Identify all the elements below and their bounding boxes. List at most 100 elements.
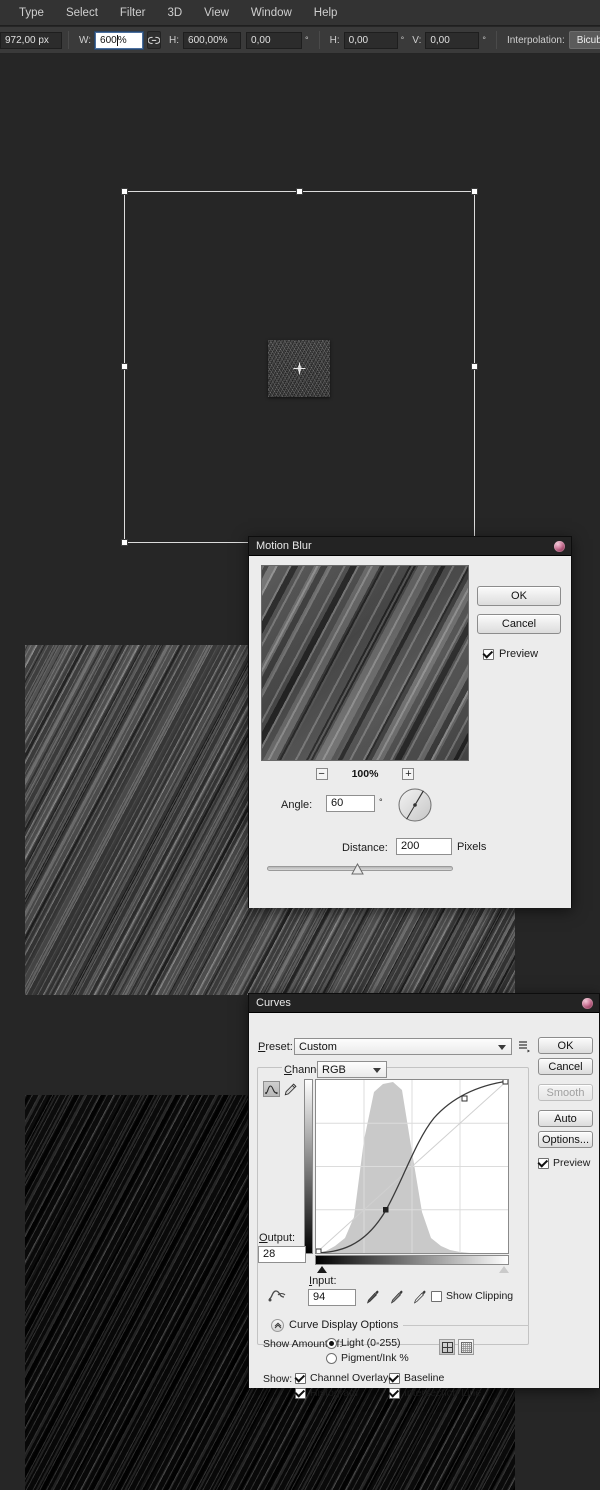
zoom-out-button[interactable]: −: [315, 768, 328, 780]
show-clipping-box[interactable]: [431, 1290, 442, 1302]
checkbox-histogram[interactable]: Histogram: [295, 1387, 358, 1399]
baseline-box[interactable]: [389, 1372, 400, 1384]
transform-handle-bottom-left[interactable]: [121, 539, 128, 546]
curve-point-highlight[interactable]: [461, 1095, 468, 1102]
rotate-input[interactable]: 0,00: [246, 31, 303, 49]
curve-display-options-header[interactable]: Curve Display Options: [271, 1318, 529, 1332]
options-divider-2: [318, 31, 320, 49]
transform-handle-top-left[interactable]: [121, 188, 128, 195]
preset-menu-icon[interactable]: [517, 1039, 531, 1053]
angle-label: Angle:: [281, 799, 313, 811]
curve-point-shadow[interactable]: [383, 1207, 389, 1213]
channel-overlays-box[interactable]: [295, 1372, 306, 1384]
height-input[interactable]: 600,00%: [183, 31, 242, 49]
motion-blur-ok-button[interactable]: OK: [477, 586, 561, 606]
input-input[interactable]: 94: [308, 1289, 356, 1306]
curve-point-black[interactable]: [315, 1248, 322, 1255]
curve-edit-glyph: [265, 1084, 278, 1094]
curves-titlebar[interactable]: Curves: [249, 994, 599, 1013]
menu-item-select[interactable]: Select: [55, 3, 109, 23]
baseline-label: Baseline: [404, 1372, 445, 1384]
angle-dial[interactable]: [398, 788, 432, 822]
curves-dialog[interactable]: Curves Preset: Custom OK Cancel Smooth A…: [248, 993, 600, 1399]
histogram-box[interactable]: [295, 1387, 306, 1399]
width-input[interactable]: 600%: [95, 31, 144, 49]
menu-item-filter[interactable]: Filter: [109, 3, 157, 23]
distance-slider[interactable]: [267, 862, 453, 876]
curves-graph-svg[interactable]: [315, 1078, 509, 1255]
section-rule: [403, 1324, 529, 1326]
output-gradient-bar: [304, 1079, 313, 1254]
motion-blur-dialog[interactable]: Motion Blur − 100% + Angle: 60 ° Distanc…: [248, 536, 572, 908]
transform-reference-point-icon[interactable]: [293, 362, 306, 375]
slider-thumb[interactable]: [351, 863, 364, 875]
curves-options-button[interactable]: Options...: [538, 1131, 593, 1148]
radio-pigment-box[interactable]: [326, 1352, 337, 1364]
curves-smooth-button[interactable]: Smooth: [538, 1084, 593, 1101]
scaled-noise-layer[interactable]: [268, 340, 330, 397]
pencil-glyph: [284, 1082, 297, 1095]
grid-quarter-icon[interactable]: [439, 1339, 455, 1355]
black-point-slider[interactable]: [317, 1266, 327, 1273]
curves-graph[interactable]: [315, 1078, 509, 1255]
options-divider-1: [68, 31, 69, 49]
transform-handle-middle-right[interactable]: [471, 363, 478, 370]
collapse-toggle-icon[interactable]: [271, 1318, 284, 1332]
preview-checkbox-box[interactable]: [538, 1157, 549, 1169]
skew-h-unit: °: [400, 35, 405, 45]
transform-handle-top-right[interactable]: [471, 188, 478, 195]
checkbox-intersection-line[interactable]: Intersection Line: [389, 1387, 481, 1399]
motion-blur-preview-checkbox[interactable]: Preview: [483, 648, 538, 660]
output-input[interactable]: 28: [258, 1246, 306, 1263]
menu-item-view[interactable]: View: [193, 3, 240, 23]
motion-blur-cancel-button[interactable]: Cancel: [477, 614, 561, 634]
transform-handle-top-center[interactable]: [295, 188, 303, 195]
radio-pigment-ink[interactable]: Pigment/Ink %: [326, 1352, 409, 1364]
white-point-slider[interactable]: [499, 1266, 509, 1273]
curves-auto-button[interactable]: Auto: [538, 1110, 593, 1127]
eyedropper-white-point-icon[interactable]: [412, 1289, 428, 1305]
menu-item-type[interactable]: Type: [8, 3, 55, 23]
preset-value: Custom: [299, 1040, 337, 1053]
preview-checkbox-box[interactable]: [483, 648, 494, 660]
interpolation-select[interactable]: Bicubic: [568, 31, 600, 49]
size-field[interactable]: 972,00 px: [0, 31, 62, 49]
curves-ok-button[interactable]: OK: [538, 1037, 593, 1054]
curve-edit-icon[interactable]: [263, 1081, 280, 1097]
curves-cancel-button[interactable]: Cancel: [538, 1058, 593, 1075]
zoom-level-label: 100%: [351, 768, 379, 780]
distance-input[interactable]: 200: [396, 838, 452, 855]
checkbox-baseline[interactable]: Baseline: [389, 1372, 444, 1384]
show-clipping-checkbox[interactable]: Show Clipping: [431, 1290, 513, 1302]
eyedropper-gray-point-icon[interactable]: [389, 1289, 405, 1305]
curves-preview-checkbox[interactable]: Preview: [538, 1157, 590, 1169]
motion-blur-titlebar[interactable]: Motion Blur: [249, 537, 571, 556]
checkbox-channel-overlays[interactable]: Channel Overlays: [295, 1372, 393, 1384]
menu-item-window[interactable]: Window: [240, 3, 303, 23]
link-glyph: [148, 36, 161, 44]
menu-item-3d[interactable]: 3D: [156, 3, 193, 23]
zoom-in-button[interactable]: +: [402, 768, 415, 780]
angle-input[interactable]: 60: [326, 795, 375, 812]
radio-light-box[interactable]: [326, 1337, 337, 1349]
skew-v-input[interactable]: 0,00: [425, 31, 480, 49]
curve-smoothing-icon[interactable]: [267, 1286, 287, 1304]
interpolation-label: Interpolation:: [506, 34, 565, 46]
menu-item-help[interactable]: Help: [303, 3, 349, 23]
channel-select[interactable]: RGB: [317, 1061, 387, 1078]
eyedropper-black-point-icon[interactable]: [365, 1289, 381, 1305]
motion-blur-preview[interactable]: [261, 565, 469, 761]
transform-handle-middle-left[interactable]: [121, 363, 128, 370]
link-icon[interactable]: [147, 31, 162, 49]
options-divider-3: [495, 31, 497, 49]
skew-h-input[interactable]: 0,00: [343, 31, 398, 49]
grid-quarter-glyph: [441, 1341, 453, 1353]
preset-select[interactable]: Custom: [294, 1038, 512, 1055]
curve-point-white[interactable]: [502, 1078, 509, 1085]
pencil-icon[interactable]: [283, 1081, 298, 1097]
grid-tenth-icon[interactable]: [458, 1339, 474, 1355]
skew-v-unit: °: [482, 35, 486, 45]
radio-light[interactable]: Light (0-255): [326, 1337, 401, 1349]
preview-checkbox-label: Preview: [499, 648, 539, 660]
intersection-line-box[interactable]: [389, 1387, 400, 1399]
